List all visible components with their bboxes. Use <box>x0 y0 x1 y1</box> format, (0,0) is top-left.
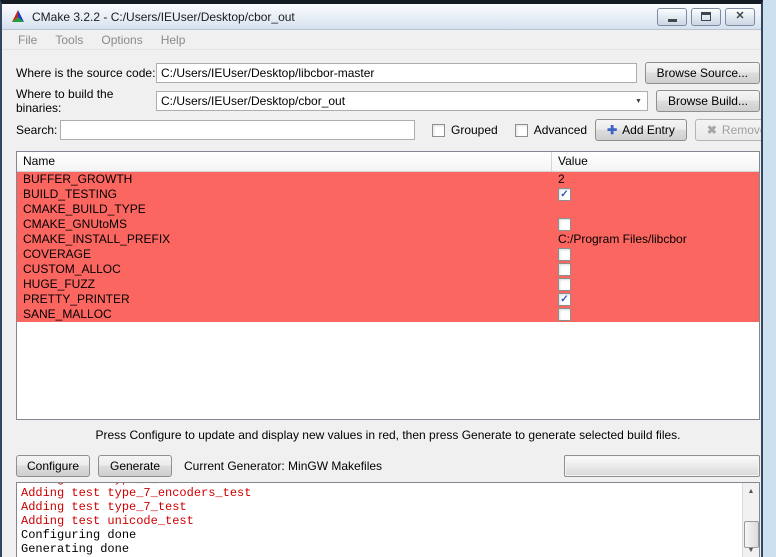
cache-entry-name: PRETTY_PRINTER <box>17 292 552 307</box>
cmake-window: CMake 3.2.2 - C:/Users/IEUser/Desktop/cb… <box>0 0 763 557</box>
cache-entry-value[interactable]: ✓ <box>552 292 759 307</box>
cache-entry-value[interactable] <box>552 202 759 217</box>
table-row[interactable]: SANE_MALLOC <box>17 307 759 322</box>
build-path-combobox[interactable]: ▼ <box>156 91 648 111</box>
checked-checkbox[interactable]: ✓ <box>558 188 571 201</box>
cache-entry-name: BUFFER_GROWTH <box>17 172 552 187</box>
log-line: Adding test type_7_encoders_test <box>21 486 759 500</box>
cache-entry-value[interactable] <box>552 217 759 232</box>
cache-entry-name: HUGE_FUZZ <box>17 277 552 292</box>
table-body: BUFFER_GROWTH2BUILD_TESTING ✓ CMAKE_BUILD_… <box>17 172 759 322</box>
menu-options[interactable]: Options <box>92 31 151 49</box>
table-row[interactable]: CUSTOM_ALLOC <box>17 262 759 277</box>
build-row: Where to build the binaries: ▼ Browse Bu… <box>16 90 760 112</box>
unchecked-checkbox[interactable] <box>558 308 571 321</box>
menu-help[interactable]: Help <box>152 31 195 49</box>
table-row[interactable]: CMAKE_INSTALL_PREFIXC:/Program Files/lib… <box>17 232 759 247</box>
cache-entry-name: COVERAGE <box>17 247 552 262</box>
table-row[interactable]: BUILD_TESTING ✓ <box>17 187 759 202</box>
source-row: Where is the source code: Browse Source.… <box>16 62 760 84</box>
unchecked-checkbox[interactable] <box>558 218 571 231</box>
desktop: { "window": { "title": "CMake 3.2.2 - C:… <box>0 0 776 557</box>
progress-bar <box>564 455 760 477</box>
chevron-down-icon[interactable]: ▼ <box>631 93 646 109</box>
cache-entry-value[interactable]: C:/Program Files/libcbor <box>552 232 759 247</box>
table-row[interactable]: BUFFER_GROWTH2 <box>17 172 759 187</box>
search-input[interactable] <box>60 120 415 140</box>
x-icon: ✖ <box>707 124 717 136</box>
action-row: Configure Generate Current Generator: Mi… <box>16 454 760 477</box>
current-generator-text: Current Generator: MinGW Makefiles <box>184 459 382 473</box>
maximize-icon <box>701 12 711 21</box>
window-title: CMake 3.2.2 - C:/Users/IEUser/Desktop/cb… <box>32 10 657 24</box>
menu-tools[interactable]: Tools <box>46 31 92 49</box>
cache-entry-name: CMAKE_INSTALL_PREFIX <box>17 232 552 247</box>
cache-variables-table: Name Value BUFFER_GROWTH2BUILD_TESTING ✓ C… <box>16 151 760 420</box>
cmake-logo-icon <box>10 9 26 25</box>
unchecked-checkbox[interactable] <box>558 263 571 276</box>
column-header-name[interactable]: Name <box>17 152 552 171</box>
main-content: Where is the source code: Browse Source.… <box>2 50 761 557</box>
cache-entry-name: SANE_MALLOC <box>17 307 552 322</box>
configure-button[interactable]: Configure <box>16 455 90 477</box>
cache-entry-value[interactable]: 2 <box>552 172 759 187</box>
source-label: Where is the source code: <box>16 66 156 80</box>
build-path-input[interactable] <box>156 91 648 111</box>
remove-entry-button[interactable]: ✖ Remove Entry <box>695 119 763 141</box>
cache-entry-name: CMAKE_BUILD_TYPE <box>17 202 552 217</box>
grouped-checkbox[interactable] <box>432 124 445 137</box>
close-button[interactable]: ✕ <box>725 8 755 26</box>
unchecked-checkbox[interactable] <box>558 248 571 261</box>
log-line: Generating done <box>21 542 759 556</box>
configure-hint-text: Press Configure to update and display ne… <box>16 428 760 444</box>
table-row[interactable]: CMAKE_BUILD_TYPE <box>17 202 759 217</box>
checked-checkbox[interactable]: ✓ <box>558 293 571 306</box>
plus-icon: ✚ <box>607 124 617 136</box>
search-row: Search: Grouped Advanced ✚ Add Entry ✖ R… <box>16 119 760 141</box>
build-label: Where to build the binaries: <box>16 87 156 115</box>
log-scrollbar[interactable]: ▲ ▼ <box>742 483 759 557</box>
scrollbar-thumb[interactable] <box>744 521 759 548</box>
search-label: Search: <box>16 123 58 137</box>
maximize-button[interactable] <box>691 8 721 26</box>
add-entry-button[interactable]: ✚ Add Entry <box>595 119 687 141</box>
table-row[interactable]: CMAKE_GNUtoMS <box>17 217 759 232</box>
menu-bar: File Tools Options Help <box>2 30 761 50</box>
cache-entry-value[interactable] <box>552 247 759 262</box>
unchecked-checkbox[interactable] <box>558 278 571 291</box>
close-icon: ✕ <box>735 11 744 22</box>
source-path-input[interactable] <box>156 63 637 83</box>
column-header-value[interactable]: Value <box>552 152 594 171</box>
grouped-label: Grouped <box>451 123 498 137</box>
cache-entry-value[interactable]: ✓ <box>552 187 759 202</box>
browse-build-button[interactable]: Browse Build... <box>656 90 760 112</box>
cache-entry-value[interactable] <box>552 277 759 292</box>
advanced-label: Advanced <box>534 123 587 137</box>
cache-entry-name: BUILD_TESTING <box>17 187 552 202</box>
log-line: Adding test type_7_test <box>21 500 759 514</box>
minimize-icon <box>668 19 677 22</box>
cache-entry-name: CMAKE_GNUtoMS <box>17 217 552 232</box>
cache-entry-value[interactable] <box>552 307 759 322</box>
menu-file[interactable]: File <box>9 31 46 49</box>
scroll-up-icon[interactable]: ▲ <box>743 483 760 500</box>
output-log: Adding test type_6_testAdding test type_… <box>16 482 760 557</box>
table-header: Name Value <box>17 152 759 172</box>
log-text: Adding test type_6_testAdding test type_… <box>17 482 759 556</box>
log-line: Configuring done <box>21 528 759 542</box>
log-line: Adding test unicode_test <box>21 514 759 528</box>
grouped-checkbox-group[interactable]: Grouped <box>432 123 498 137</box>
advanced-checkbox[interactable] <box>515 124 528 137</box>
title-bar[interactable]: CMake 3.2.2 - C:/Users/IEUser/Desktop/cb… <box>2 4 761 30</box>
cache-entry-name: CUSTOM_ALLOC <box>17 262 552 277</box>
table-row[interactable]: PRETTY_PRINTER ✓ <box>17 292 759 307</box>
browse-source-button[interactable]: Browse Source... <box>645 62 760 84</box>
cache-entry-value[interactable] <box>552 262 759 277</box>
generate-button[interactable]: Generate <box>98 455 172 477</box>
advanced-checkbox-group[interactable]: Advanced <box>515 123 587 137</box>
minimize-button[interactable] <box>657 8 687 26</box>
table-row[interactable]: COVERAGE <box>17 247 759 262</box>
table-row[interactable]: HUGE_FUZZ <box>17 277 759 292</box>
